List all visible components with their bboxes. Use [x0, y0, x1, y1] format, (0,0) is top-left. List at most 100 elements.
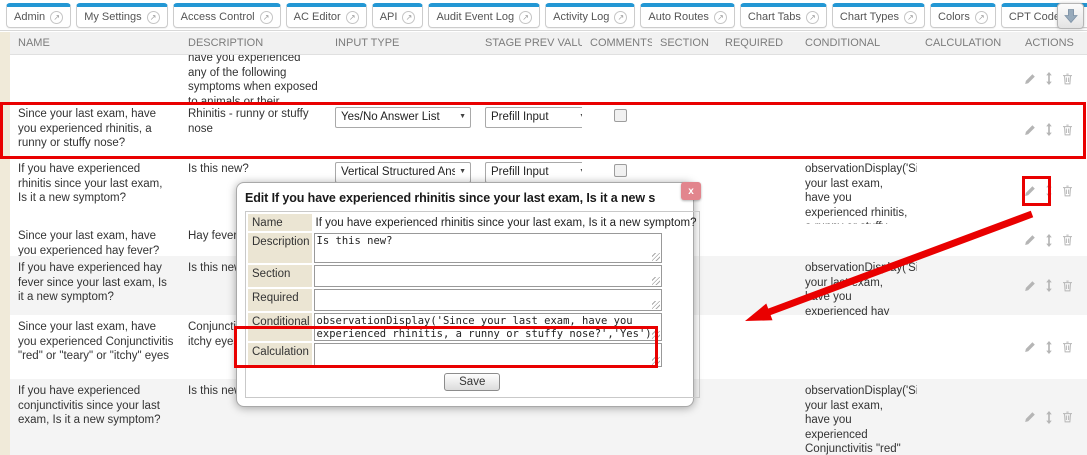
cell-conditional: observationDisplay('Since your last exam… [797, 157, 917, 224]
reorder-icon[interactable] [1045, 279, 1053, 292]
tab-admin[interactable]: Admin↗ [6, 3, 71, 28]
tab-label: My Settings [84, 11, 141, 23]
modal-section-textarea[interactable] [314, 265, 662, 287]
delete-icon[interactable] [1062, 73, 1073, 85]
comments-checkbox[interactable] [614, 164, 627, 177]
cell-required [717, 379, 797, 455]
stage-prev-value-select[interactable]: Prefill Input▼ [485, 162, 582, 183]
edit-icon[interactable] [1024, 124, 1036, 136]
cell-input-type: Yes/No Answer List▼ [327, 102, 477, 157]
open-in-new-window-icon[interactable]: ↗ [614, 11, 627, 24]
tab-scroll-button[interactable] [1057, 3, 1084, 29]
column-header-name: NAME [10, 37, 180, 49]
input-type-select[interactable]: Vertical Structured Answ▼ [335, 162, 471, 183]
modal-field-label-description: Description [248, 233, 312, 263]
open-in-new-window-icon[interactable]: ↗ [147, 11, 160, 24]
modal-form: NameIf you have experienced rhinitis sin… [245, 211, 700, 398]
modal-description-textarea[interactable]: Is this new? [314, 233, 662, 263]
edit-icon[interactable] [1024, 185, 1036, 197]
modal-field-calculation [314, 343, 697, 367]
tab-my-settings[interactable]: My Settings ↗ [76, 3, 167, 28]
open-in-new-window-icon[interactable]: ↗ [346, 11, 359, 24]
input-type-select[interactable]: Yes/No Answer List▼ [335, 107, 471, 128]
cell-actions [1017, 157, 1087, 224]
modal-required-textarea[interactable] [314, 289, 662, 311]
tab-label: Access Control [181, 11, 255, 23]
question-description-text: have you experienced any of the followin… [188, 55, 321, 102]
open-in-new-window-icon[interactable]: ↗ [519, 11, 532, 24]
open-in-new-window-icon[interactable]: ↗ [50, 11, 63, 24]
cell-conditional: observationDisplay('Since your last exam… [797, 256, 917, 315]
cell-conditional [797, 315, 917, 379]
cell-comments [582, 55, 652, 102]
edit-icon[interactable] [1024, 73, 1036, 85]
conditional-expression-text: observationDisplay('Since your last exam… [805, 261, 911, 315]
tab-label: AC Editor [294, 11, 341, 23]
open-in-new-window-icon[interactable]: ↗ [806, 11, 819, 24]
tab-bar: Admin↗My Settings↗Access Control↗AC Edit… [0, 0, 1087, 31]
open-in-new-window-icon[interactable]: ↗ [975, 11, 988, 24]
question-description-text: Is this new? [188, 162, 321, 177]
tab-chart-tabs[interactable]: Chart Tabs ↗ [740, 3, 827, 28]
modal-field-label-required: Required [248, 289, 312, 311]
delete-icon[interactable] [1062, 280, 1073, 292]
tab-api[interactable]: API↗ [372, 3, 424, 28]
tab-label: Auto Routes [648, 11, 709, 23]
edit-icon[interactable] [1024, 280, 1036, 292]
tab-activity-log[interactable]: Activity Log↗ [545, 3, 635, 28]
open-in-new-window-icon[interactable]: ↗ [402, 11, 415, 24]
delete-icon[interactable] [1062, 234, 1073, 246]
stage-prev-value-select[interactable]: Prefill Input▼ [485, 107, 582, 128]
tab-chart-types[interactable]: Chart Types↗ [832, 3, 925, 28]
open-in-new-window-icon[interactable]: ↗ [904, 11, 917, 24]
question-row: Since your last exam, have you experienc… [10, 102, 1087, 157]
reorder-icon[interactable] [1045, 234, 1053, 247]
cell-required [717, 157, 797, 224]
cell-description: Rhinitis - runny or stuffy nose [180, 102, 327, 157]
open-in-new-window-icon[interactable]: ↗ [714, 11, 727, 24]
modal-calculation-textarea[interactable] [314, 343, 662, 367]
modal-field-label-conditional: Conditional [248, 313, 312, 341]
column-header-comments: COMMENTS [582, 37, 652, 49]
cell-calculation [917, 256, 1017, 315]
select-value: Prefill Input [491, 165, 549, 180]
delete-icon[interactable] [1062, 124, 1073, 136]
delete-icon[interactable] [1062, 411, 1073, 423]
textarea-wrapper [314, 265, 697, 287]
reorder-icon[interactable] [1045, 184, 1053, 197]
reorder-icon[interactable] [1045, 341, 1053, 354]
edit-icon[interactable] [1024, 411, 1036, 423]
modal-conditional-textarea[interactable]: observationDisplay('Since your last exam… [314, 313, 662, 341]
edit-icon[interactable] [1024, 341, 1036, 353]
cell-name: Since your last exam, have you experienc… [10, 315, 180, 379]
edit-icon[interactable] [1024, 234, 1036, 246]
tab-audit-event-log[interactable]: Audit Event Log↗ [428, 3, 540, 28]
tab-access-control[interactable]: Access Control ↗ [173, 3, 281, 28]
reorder-icon[interactable] [1045, 72, 1053, 85]
column-header-description: DESCRIPTION [180, 37, 327, 49]
comments-checkbox[interactable] [614, 109, 627, 122]
cell-actions [1017, 379, 1087, 455]
tab-colors[interactable]: Colors↗ [930, 3, 996, 28]
table-header-row: NAMEDESCRIPTIONINPUT TYPESTAGE PREV VALU… [10, 32, 1087, 55]
cell-calculation [917, 315, 1017, 379]
column-header-input-type: INPUT TYPE [327, 37, 477, 49]
column-header-calculation: CALCULATION [917, 37, 1017, 49]
cell-name: If you have experienced rhinitis since y… [10, 157, 180, 224]
save-button[interactable]: Save [444, 373, 500, 391]
tab-label: Chart Tabs [748, 11, 801, 23]
open-in-new-window-icon[interactable]: ↗ [260, 11, 273, 24]
reorder-icon[interactable] [1045, 123, 1053, 136]
question-name-text: Since your last exam, have you experienc… [18, 107, 174, 151]
column-header-stage-prev-value: STAGE PREV VALUE [477, 37, 582, 49]
cell-calculation [917, 224, 1017, 256]
delete-icon[interactable] [1062, 341, 1073, 353]
reorder-icon[interactable] [1045, 411, 1053, 424]
textarea-wrapper [314, 343, 697, 367]
modal-close-button[interactable]: x [681, 182, 701, 200]
delete-icon[interactable] [1062, 185, 1073, 197]
cell-calculation [917, 102, 1017, 157]
tab-auto-routes[interactable]: Auto Routes ↗ [640, 3, 735, 28]
tab-ac-editor[interactable]: AC Editor ↗ [286, 3, 367, 28]
cell-conditional [797, 55, 917, 102]
